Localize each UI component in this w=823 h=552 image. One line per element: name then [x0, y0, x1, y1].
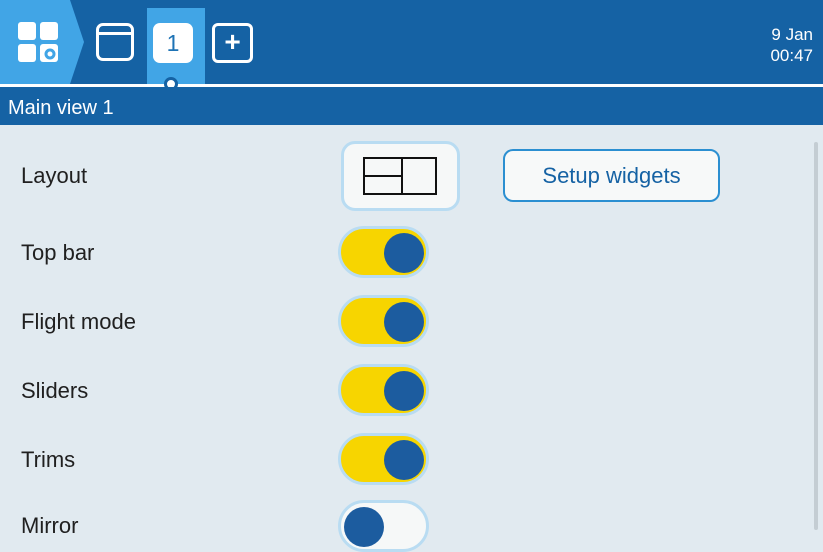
- time-text: 00:47: [770, 46, 813, 65]
- tab-number: 1: [153, 23, 193, 63]
- setup-widgets-button[interactable]: Setup widgets: [503, 149, 720, 202]
- layout-tab-icon[interactable]: [96, 23, 134, 61]
- toggle-knob: [384, 233, 424, 273]
- top-bar-toggle[interactable]: [338, 226, 429, 278]
- scrollbar[interactable]: [814, 142, 818, 530]
- tab-main-view-1[interactable]: 1: [147, 8, 205, 84]
- date-time: 9 Jan 00:47: [770, 24, 813, 66]
- toggle-knob: [344, 507, 384, 547]
- toggle-knob: [384, 440, 424, 480]
- trims-toggle[interactable]: [338, 433, 429, 485]
- top-bar-label: Top bar: [21, 240, 95, 265]
- page-title: Main view 1: [8, 97, 114, 119]
- model-menu-icon[interactable]: [0, 0, 84, 84]
- layout-select-button[interactable]: [341, 141, 460, 211]
- mirror-label: Mirror: [21, 513, 79, 538]
- trims-label: Trims: [21, 447, 76, 472]
- toggle-knob: [384, 302, 424, 342]
- sliders-toggle[interactable]: [338, 364, 429, 416]
- sliders-label: Sliders: [21, 378, 89, 403]
- date-text: 9 Jan: [771, 25, 813, 44]
- flight-mode-label: Flight mode: [21, 309, 136, 334]
- layout-label: Layout: [21, 163, 88, 188]
- flight-mode-toggle[interactable]: [338, 295, 429, 347]
- add-tab-button[interactable]: +: [212, 23, 253, 63]
- top-bar: 1 + 9 Jan 00:47: [0, 0, 823, 84]
- title-bar: Main view 1: [0, 87, 823, 125]
- mirror-toggle[interactable]: [338, 500, 429, 552]
- toggle-knob: [384, 371, 424, 411]
- layout-grid-icon: [363, 157, 437, 195]
